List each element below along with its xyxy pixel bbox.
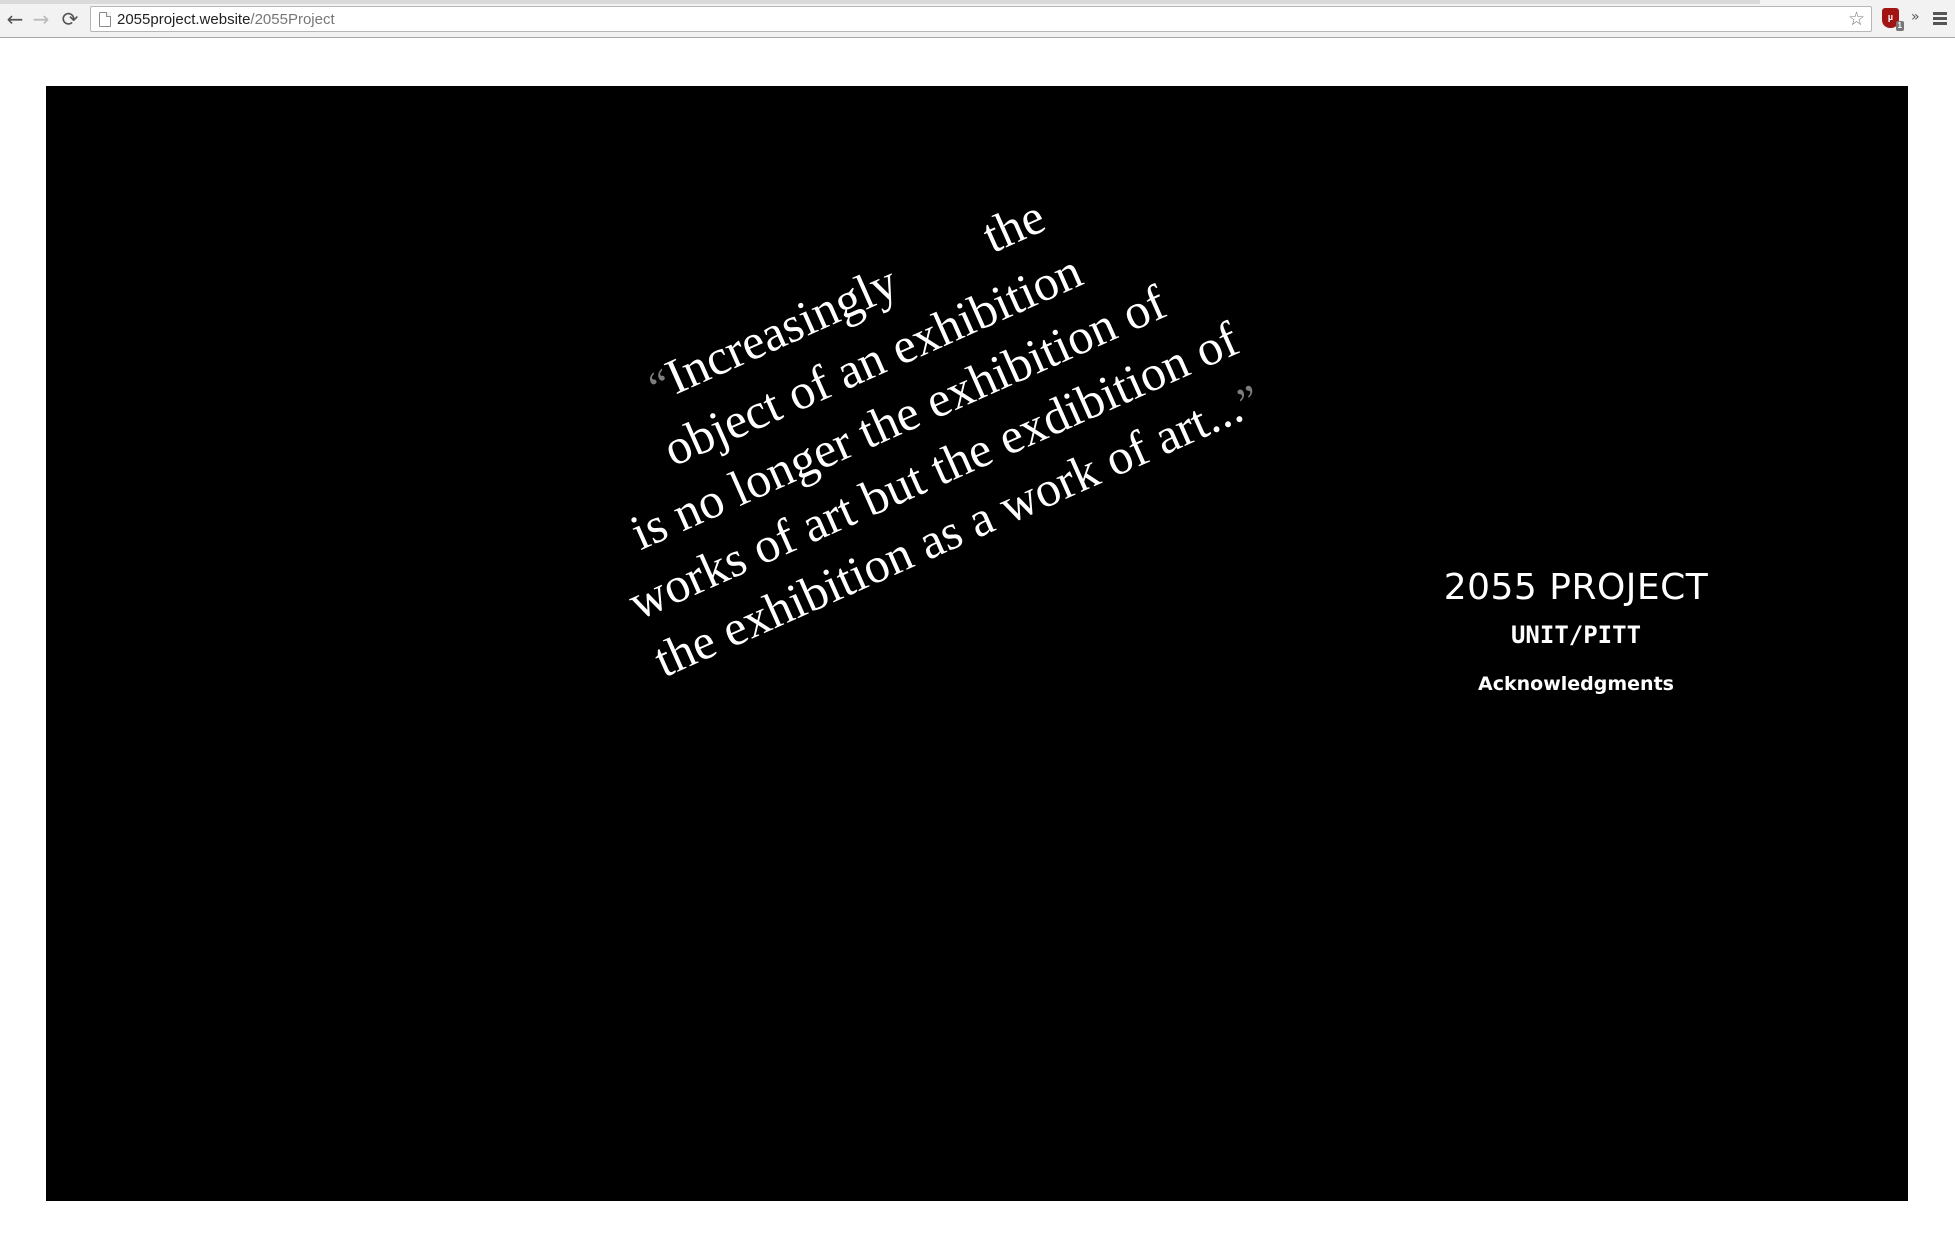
extension-badge: 1 xyxy=(1895,21,1904,31)
tab-strip xyxy=(0,0,1760,4)
project-title[interactable]: 2055 PROJECT xyxy=(1376,566,1776,610)
unit-pitt-link[interactable]: UNIT/PITT xyxy=(1376,620,1776,650)
overflow-chevron-icon[interactable]: » xyxy=(1911,9,1920,25)
page-canvas: “Increasinglythe object of an exhibition… xyxy=(46,86,1908,1201)
quote: “Increasinglythe object of an exhibition… xyxy=(541,142,1268,694)
ublock-icon[interactable]: µ1 xyxy=(1882,8,1904,31)
star-icon[interactable]: ☆ xyxy=(1848,8,1865,30)
address-bar[interactable]: 2055project.website/2055Project ☆ xyxy=(90,6,1872,32)
forward-icon[interactable]: → xyxy=(30,8,52,30)
acknowledgments-link[interactable]: Acknowledgments xyxy=(1478,672,1674,696)
menu-icon[interactable] xyxy=(1933,12,1947,25)
project-title-block: 2055 PROJECT UNIT/PITT Acknowledgments xyxy=(1376,566,1776,696)
url-path: /2055Project xyxy=(250,11,335,28)
page-icon xyxy=(99,12,111,27)
reload-icon[interactable]: ⟳ xyxy=(59,8,81,30)
back-icon[interactable]: ← xyxy=(4,8,26,30)
browser-toolbar: ← → ⟳ 2055project.website/2055Project ☆ … xyxy=(0,0,1955,38)
url-host: 2055project.website xyxy=(117,11,251,28)
url-text[interactable]: 2055project.website/2055Project xyxy=(117,11,335,28)
